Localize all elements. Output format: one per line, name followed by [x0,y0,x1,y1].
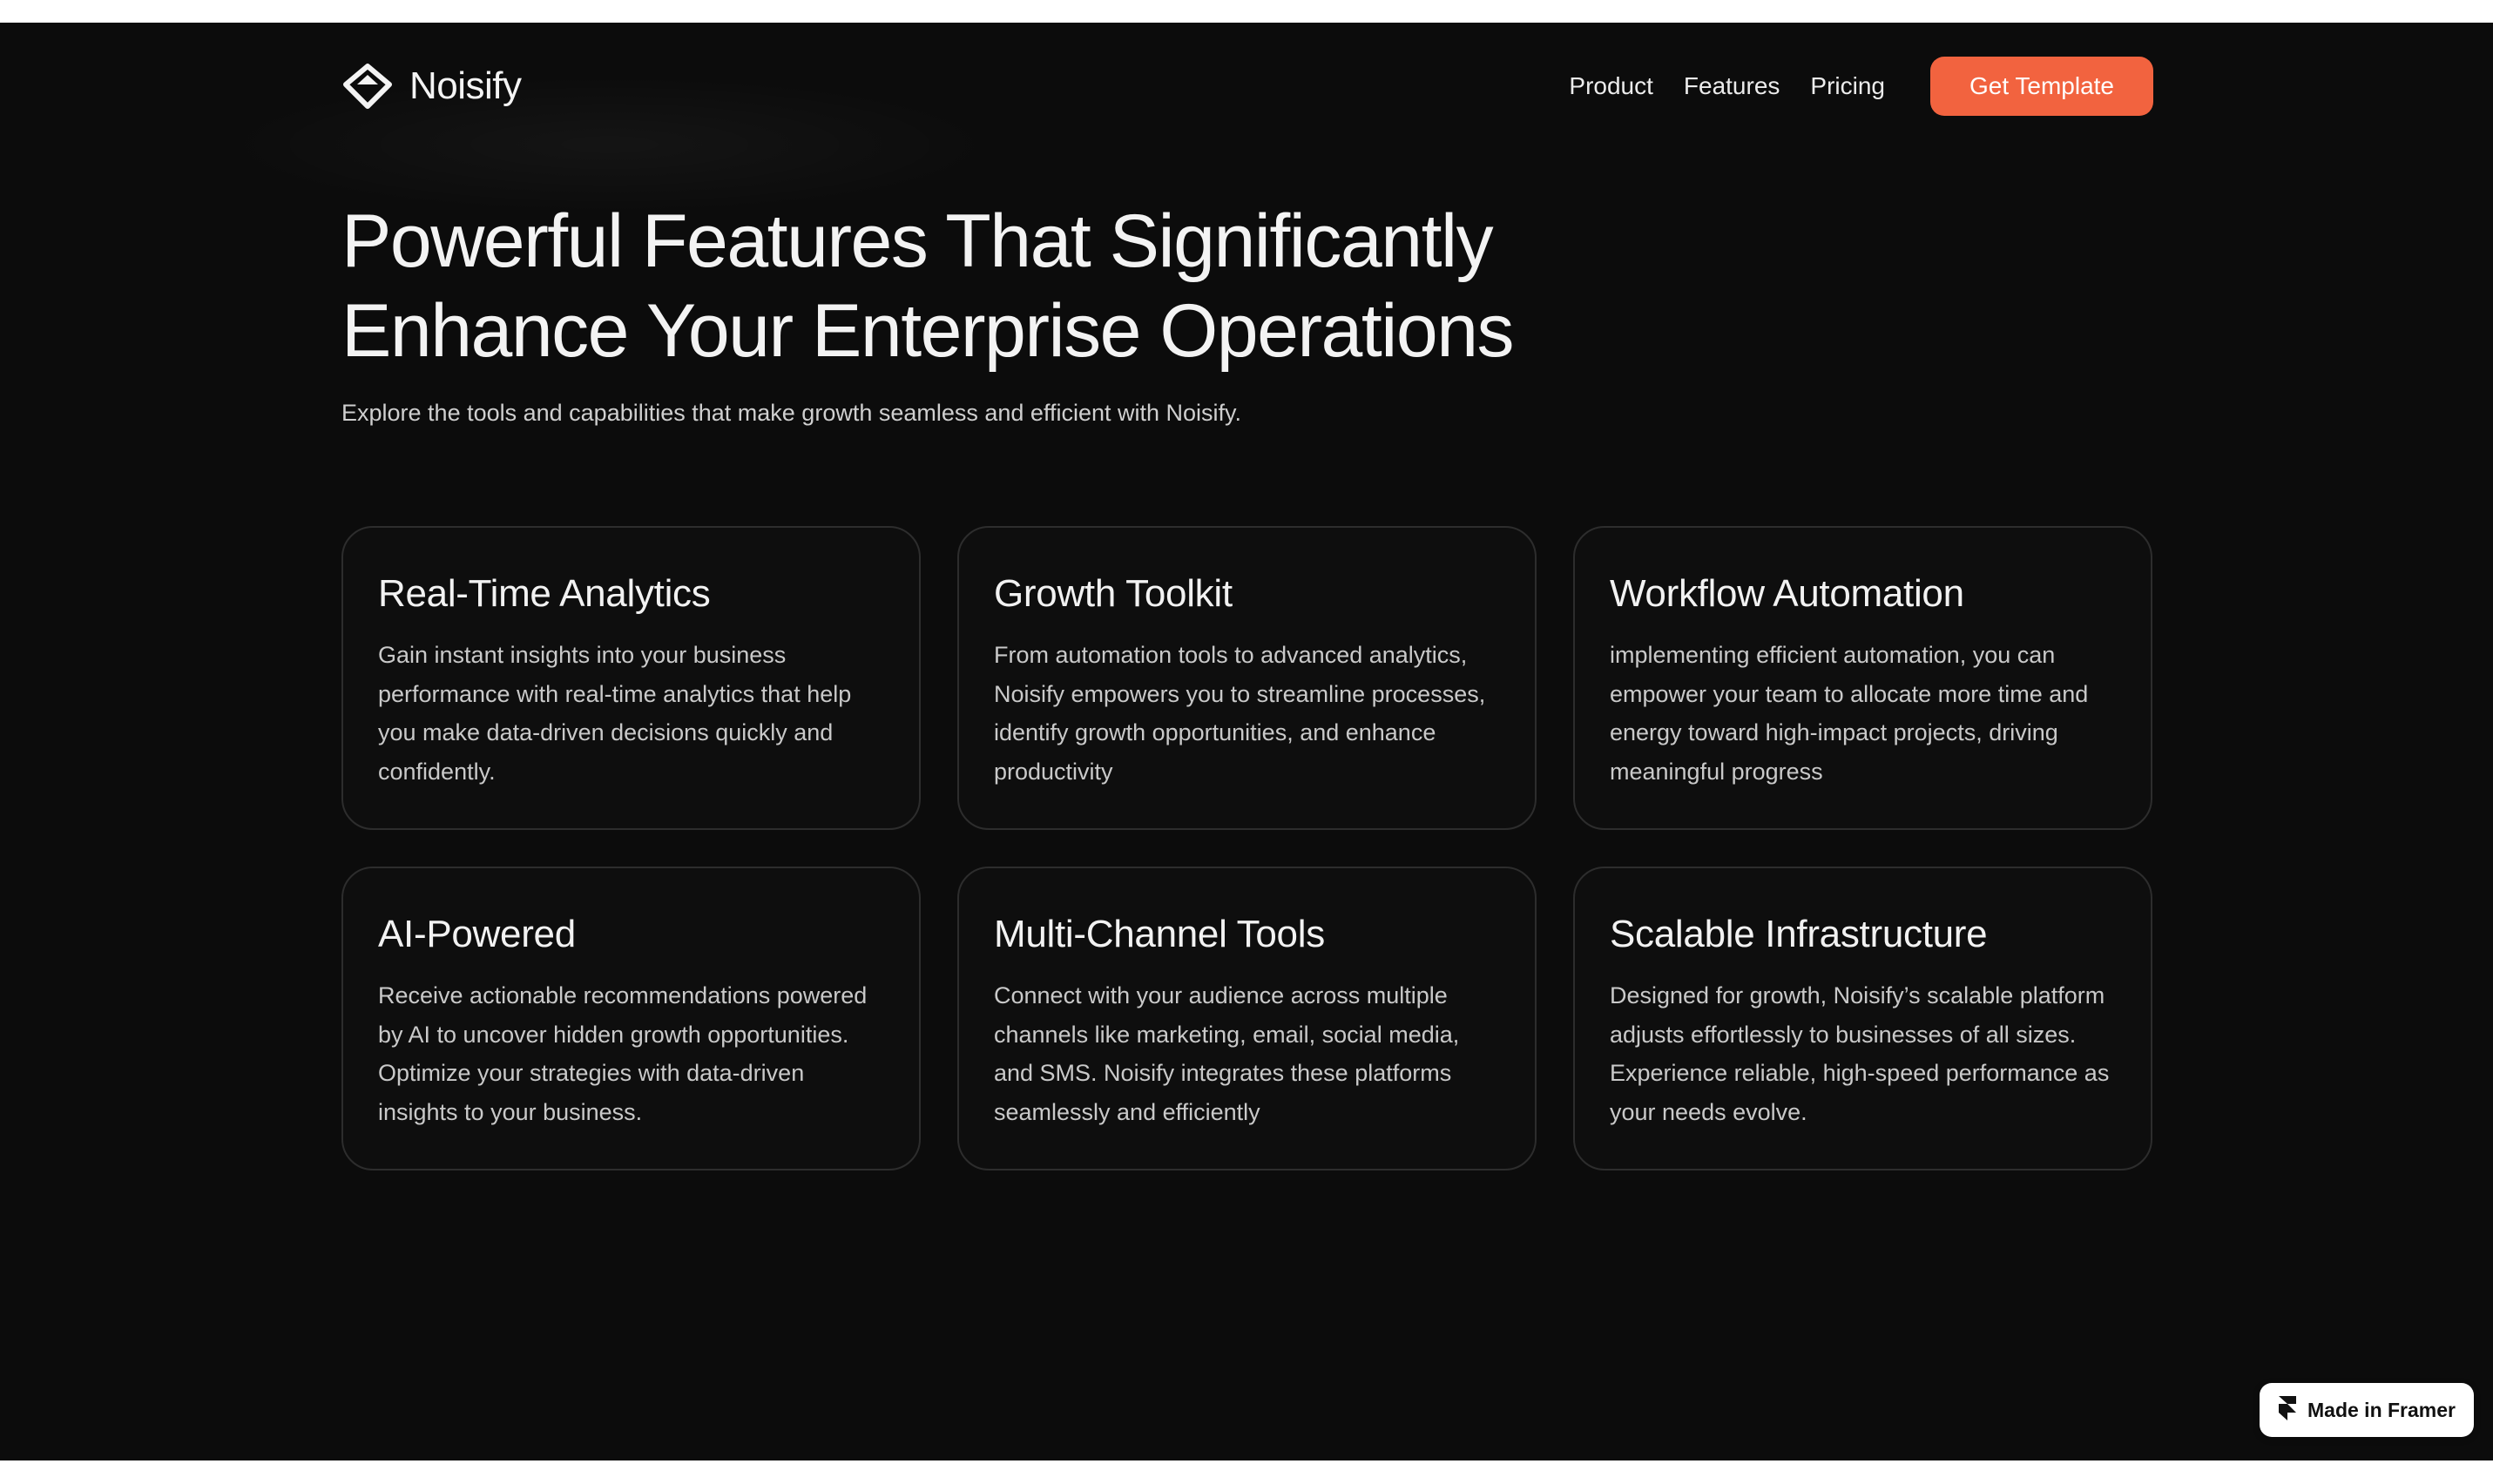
feature-card-description: implementing efficient automation, you c… [1610,642,2089,785]
feature-card-description: Receive actionable recommendations power… [378,982,868,1125]
feature-card-title: Multi-Channel Tools [994,913,1325,955]
noisify-logo-icon [341,63,394,110]
feature-card-workflow-automation: Workflow Automation implementing efficie… [1573,526,2152,830]
get-template-button[interactable]: Get Template [1930,57,2153,116]
feature-card-description: From automation tools to advanced analyt… [994,642,1486,785]
nav-link-features[interactable]: Features [1684,72,1780,100]
feature-card-description: Gain instant insights into your business… [378,642,852,785]
feature-card-description: Designed for growth, Noisify’s scalable … [1610,982,2110,1125]
brand-logo-link[interactable]: Noisify [341,56,522,117]
feature-card-real-time-analytics: Real-Time Analytics Gain instant insight… [341,526,921,830]
hero-title: Powerful Features That Significantly Enh… [341,197,1648,376]
hero-title-line-1: Powerful Features That Significantly [341,199,1494,283]
feature-card-title: Workflow Automation [1610,572,1964,615]
made-in-framer-badge[interactable]: Made in Framer [2260,1383,2474,1437]
nav-link-product[interactable]: Product [1569,72,1653,100]
feature-card-title: Scalable Infrastructure [1610,913,1988,955]
feature-card-scalable-infrastructure: Scalable Infrastructure Designed for gro… [1573,867,2152,1170]
framer-icon [2278,1395,2297,1426]
brand-name: Noisify [409,64,522,107]
badge-label: Made in Framer [2307,1398,2456,1421]
top-nav: Noisify Product Features Pricing Get Tem… [341,56,2153,117]
features-grid: Real-Time Analytics Gain instant insight… [341,526,2153,1170]
hero-title-line-2: Enhance Your Enterprise Operations [341,289,1515,373]
feature-card-growth-toolkit: Growth Toolkit From automation tools to … [957,526,1537,830]
page: Noisify Product Features Pricing Get Tem… [0,23,2493,1460]
nav-links: Product Features Pricing Get Template [1569,56,2153,117]
feature-card-description: Connect with your audience across multip… [994,982,1460,1125]
nav-link-pricing[interactable]: Pricing [1810,72,1885,100]
feature-card-title: Real-Time Analytics [378,572,711,615]
feature-card-title: Growth Toolkit [994,572,1233,615]
feature-card-title: AI-Powered [378,913,576,955]
feature-card-multi-channel-tools: Multi-Channel Tools Connect with your au… [957,867,1537,1170]
hero-subtitle: Explore the tools and capabilities that … [341,400,1242,426]
feature-card-ai-powered: AI-Powered Receive actionable recommenda… [341,867,921,1170]
